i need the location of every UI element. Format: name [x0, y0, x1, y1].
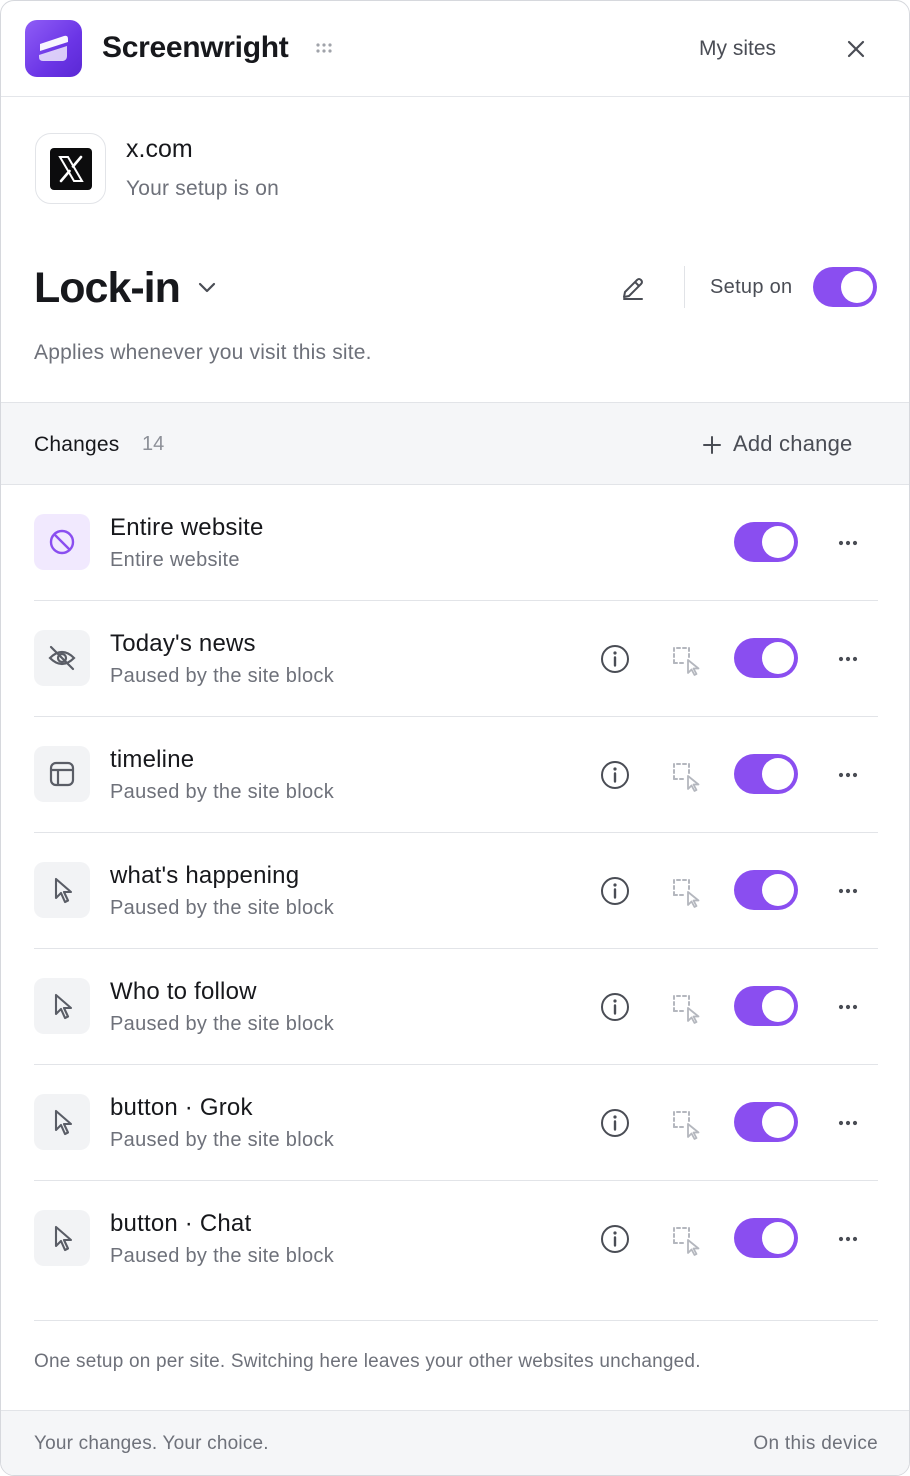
info-icon[interactable] — [599, 643, 631, 675]
toggle-knob — [762, 1222, 794, 1254]
info-icon[interactable] — [599, 1223, 631, 1255]
more-options-icon[interactable] — [834, 763, 862, 787]
setup-toggle-label: Setup on — [710, 276, 793, 298]
change-title: Today's news — [110, 630, 256, 657]
header: Screenwright My sites — [1, 1, 909, 97]
change-row[interactable]: button · Chat Paused by the site block — [34, 1181, 878, 1297]
footer: Your changes. Your choice. On this devic… — [1, 1410, 909, 1475]
setup-toggle[interactable] — [813, 267, 877, 307]
change-row[interactable]: timeline Paused by the site block — [34, 717, 878, 833]
change-row[interactable]: what's happening Paused by the site block — [34, 833, 878, 949]
block-icon — [34, 514, 90, 570]
change-toggle[interactable] — [734, 986, 798, 1026]
pointer-icon — [34, 1094, 90, 1150]
change-toggle[interactable] — [734, 638, 798, 678]
toggle-knob — [762, 874, 794, 906]
add-change-label: Add change — [733, 431, 853, 456]
x-logo-icon — [35, 133, 106, 204]
change-row[interactable]: button · Grok Paused by the site block — [34, 1065, 878, 1181]
footer-storage-note: On this device — [753, 1433, 878, 1454]
toggle-knob — [762, 642, 794, 674]
more-options-icon[interactable] — [834, 995, 862, 1019]
change-row[interactable]: Entire website Entire website — [34, 485, 878, 601]
edit-pencil-icon[interactable] — [619, 274, 647, 302]
changes-bar: Changes 14 Add change — [1, 402, 909, 485]
my-sites-link[interactable]: My sites — [699, 37, 776, 61]
info-icon[interactable] — [599, 1107, 631, 1139]
more-options-icon[interactable] — [834, 531, 862, 555]
info-icon[interactable] — [599, 875, 631, 907]
element-picker-icon[interactable] — [670, 1223, 704, 1257]
change-subtitle: Paused by the site block — [110, 1245, 334, 1267]
change-subtitle: Paused by the site block — [110, 781, 334, 803]
site-name: x.com — [126, 135, 193, 163]
changes-count: 14 — [142, 433, 165, 455]
layout-icon — [34, 746, 90, 802]
changes-label: Changes — [34, 433, 120, 456]
divider — [684, 266, 685, 308]
change-title: timeline — [110, 746, 195, 773]
pointer-icon — [34, 862, 90, 918]
app-title: Screenwright — [102, 31, 289, 64]
change-subtitle: Paused by the site block — [110, 1129, 334, 1151]
setup-description: Applies whenever you visit this site. — [34, 341, 372, 364]
info-icon[interactable] — [599, 991, 631, 1023]
setup-name[interactable]: Lock-in — [34, 264, 181, 313]
info-icon[interactable] — [599, 759, 631, 791]
toggle-knob — [762, 526, 794, 558]
chevron-down-icon[interactable] — [195, 275, 219, 299]
change-title: Entire website — [110, 514, 264, 541]
footer-tagline: Your changes. Your choice. — [34, 1433, 269, 1454]
change-title: button · Grok — [110, 1094, 253, 1121]
more-options-icon[interactable] — [834, 879, 862, 903]
divider — [34, 1320, 878, 1321]
drag-grip-icon[interactable] — [315, 42, 333, 54]
change-toggle[interactable] — [734, 1218, 798, 1258]
more-options-icon[interactable] — [834, 647, 862, 671]
element-picker-icon[interactable] — [670, 643, 704, 677]
site-status: Your setup is on — [126, 177, 280, 200]
toggle-knob — [841, 271, 873, 303]
change-subtitle: Paused by the site block — [110, 665, 334, 687]
toggle-knob — [762, 1106, 794, 1138]
screenwright-logo-icon — [25, 20, 82, 77]
element-picker-icon[interactable] — [670, 991, 704, 1025]
change-subtitle: Paused by the site block — [110, 1013, 334, 1035]
pointer-icon — [34, 1210, 90, 1266]
toggle-knob — [762, 990, 794, 1022]
change-toggle[interactable] — [734, 522, 798, 562]
change-subtitle: Entire website — [110, 549, 240, 571]
element-picker-icon[interactable] — [670, 1107, 704, 1141]
change-row[interactable]: Who to follow Paused by the site block — [34, 949, 878, 1065]
more-options-icon[interactable] — [834, 1111, 862, 1135]
pointer-icon — [34, 978, 90, 1034]
change-title: what's happening — [110, 862, 300, 889]
more-options-icon[interactable] — [834, 1227, 862, 1251]
close-icon[interactable] — [841, 34, 871, 64]
screenwright-panel: Screenwright My sites x.com Your setup i… — [0, 0, 910, 1476]
change-toggle[interactable] — [734, 754, 798, 794]
info-note: One setup on per site. Switching here le… — [34, 1351, 701, 1372]
change-title: button · Chat — [110, 1210, 252, 1237]
element-picker-icon[interactable] — [670, 875, 704, 909]
toggle-knob — [762, 758, 794, 790]
plus-icon — [703, 436, 721, 454]
eye-off-icon — [34, 630, 90, 686]
change-title: Who to follow — [110, 978, 257, 1005]
element-picker-icon[interactable] — [670, 759, 704, 793]
change-toggle[interactable] — [734, 870, 798, 910]
change-subtitle: Paused by the site block — [110, 897, 334, 919]
change-row[interactable]: Today's news Paused by the site block — [34, 601, 878, 717]
change-toggle[interactable] — [734, 1102, 798, 1142]
